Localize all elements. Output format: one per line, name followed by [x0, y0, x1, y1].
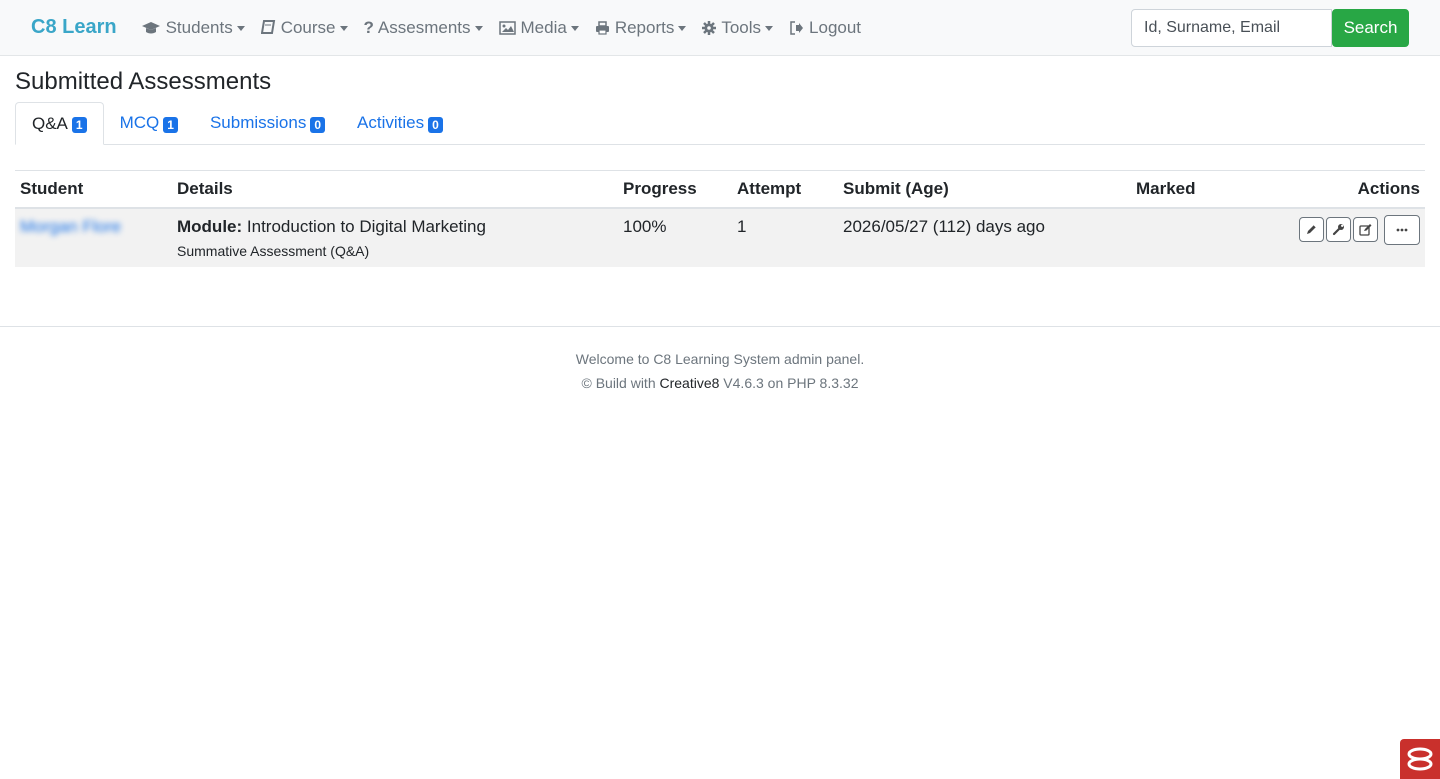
- tab-mcq[interactable]: MCQ 1: [104, 102, 194, 144]
- nav-media[interactable]: Media: [498, 17, 579, 38]
- header-actions: Actions: [1271, 170, 1425, 209]
- tab-qa[interactable]: Q&A 1: [15, 102, 104, 145]
- graduation-cap-icon: [141, 21, 160, 33]
- chevron-down-icon: [678, 26, 687, 31]
- tab-qa-label: Q&A: [32, 113, 68, 133]
- nav-students-label: Students: [165, 17, 233, 37]
- cell-submit: 2026/05/27 (112) days ago: [838, 208, 1131, 267]
- cell-progress: 100%: [618, 208, 732, 267]
- nav-assesments[interactable]: ? Assesments: [364, 18, 483, 38]
- tab-mcq-label: MCQ: [119, 113, 160, 132]
- creative8-logo-icon: [1407, 747, 1433, 771]
- pencil-icon: [1307, 224, 1317, 234]
- header-submit: Submit (Age): [838, 170, 1131, 209]
- module-name: Introduction to Digital Marketing: [246, 217, 486, 236]
- nav-media-label: Media: [520, 17, 567, 37]
- search-button[interactable]: Search: [1332, 9, 1409, 47]
- header-details: Details: [172, 170, 618, 209]
- chevron-down-icon: [339, 26, 348, 31]
- table-header-row: Student Details Progress Attempt Submit …: [15, 170, 1425, 209]
- main-content: Submitted Assessments Q&A 1 MCQ 1 Submis…: [0, 67, 1440, 267]
- mark-button[interactable]: [1353, 217, 1378, 242]
- tab-activities[interactable]: Activities 0: [341, 102, 459, 144]
- ellipsis-icon: [1396, 228, 1408, 232]
- tab-submissions-label: Submissions: [209, 113, 307, 132]
- submissions-table: Student Details Progress Attempt Submit …: [15, 170, 1425, 267]
- main-nav: Students Course ? Assesments Media Repor…: [141, 18, 877, 38]
- footer-build: © Build with Creative8 V4.6.3 on PHP 8.3…: [0, 371, 1440, 395]
- search-form: Search: [1131, 9, 1409, 47]
- nav-reports-label: Reports: [614, 17, 675, 37]
- settings-button[interactable]: [1326, 217, 1351, 242]
- footer-build-suffix: V4.6.3 on PHP 8.3.32: [719, 375, 859, 391]
- more-options-button[interactable]: [1384, 215, 1420, 245]
- cell-actions: [1271, 208, 1425, 267]
- footer-build-prefix: © Build with: [581, 375, 660, 391]
- chevron-down-icon: [236, 26, 245, 31]
- footer-brand-link[interactable]: Creative8: [660, 375, 720, 391]
- header-student: Student: [15, 170, 172, 209]
- header-progress: Progress: [618, 170, 732, 209]
- tab-activities-label: Activities: [357, 113, 425, 132]
- brand-logo[interactable]: C8 Learn: [31, 16, 117, 39]
- table-row: Morgan Flore Module: Introduction to Dig…: [15, 208, 1425, 267]
- cell-marked: [1131, 208, 1271, 267]
- student-link[interactable]: Morgan Flore: [20, 217, 121, 236]
- chevron-down-icon: [765, 26, 774, 31]
- question-icon: ?: [363, 17, 374, 37]
- tab-submissions-count-badge: 0: [310, 116, 326, 133]
- assessment-tabs: Q&A 1 MCQ 1 Submissions 0 Activities 0: [15, 102, 1425, 145]
- nav-tools[interactable]: Tools: [702, 17, 774, 38]
- header-marked: Marked: [1131, 170, 1271, 209]
- footer-welcome: Welcome to C8 Learning System admin pane…: [575, 351, 865, 367]
- header-attempt: Attempt: [732, 170, 838, 209]
- search-input[interactable]: [1131, 9, 1332, 47]
- gear-icon: [702, 20, 717, 35]
- cell-details: Module: Introduction to Digital Marketin…: [172, 208, 618, 267]
- nav-logout[interactable]: Logout: [789, 18, 861, 38]
- nav-course-label: Course: [280, 17, 336, 37]
- sign-out-icon: [790, 20, 804, 35]
- nav-tools-label: Tools: [721, 17, 762, 37]
- footer: Welcome to C8 Learning System admin pane…: [0, 326, 1440, 395]
- tab-activities-count-badge: 0: [428, 116, 443, 133]
- chevron-down-icon: [570, 26, 579, 31]
- assessment-type: Summative Assessment (Q&A): [177, 243, 370, 259]
- nav-students[interactable]: Students: [141, 18, 245, 38]
- tab-qa-count-badge: 1: [71, 117, 87, 133]
- edit-button[interactable]: [1299, 217, 1324, 242]
- corner-brand-icon[interactable]: [1400, 739, 1440, 779]
- book-icon: [260, 20, 275, 34]
- wrench-icon: [1332, 224, 1344, 236]
- nav-reports[interactable]: Reports: [595, 18, 687, 38]
- module-label: Module:: [177, 217, 243, 236]
- nav-course[interactable]: Course: [260, 17, 348, 38]
- page-title: Submitted Assessments: [15, 68, 272, 95]
- print-icon: [595, 20, 609, 35]
- nav-logout-label: Logout: [809, 17, 862, 37]
- tab-submissions[interactable]: Submissions 0: [194, 102, 341, 144]
- module-line: Module: Introduction to Digital Marketin…: [177, 217, 613, 237]
- cell-student: Morgan Flore: [15, 208, 172, 267]
- top-navbar: C8 Learn Students Course ? Assesments Me…: [0, 0, 1440, 56]
- chevron-down-icon: [474, 26, 483, 31]
- nav-assesments-label: Assesments: [377, 17, 471, 37]
- cell-attempt: 1: [732, 208, 838, 267]
- edit-square-icon: [1358, 224, 1371, 236]
- image-icon: [498, 20, 516, 35]
- tab-mcq-count-badge: 1: [163, 116, 178, 133]
